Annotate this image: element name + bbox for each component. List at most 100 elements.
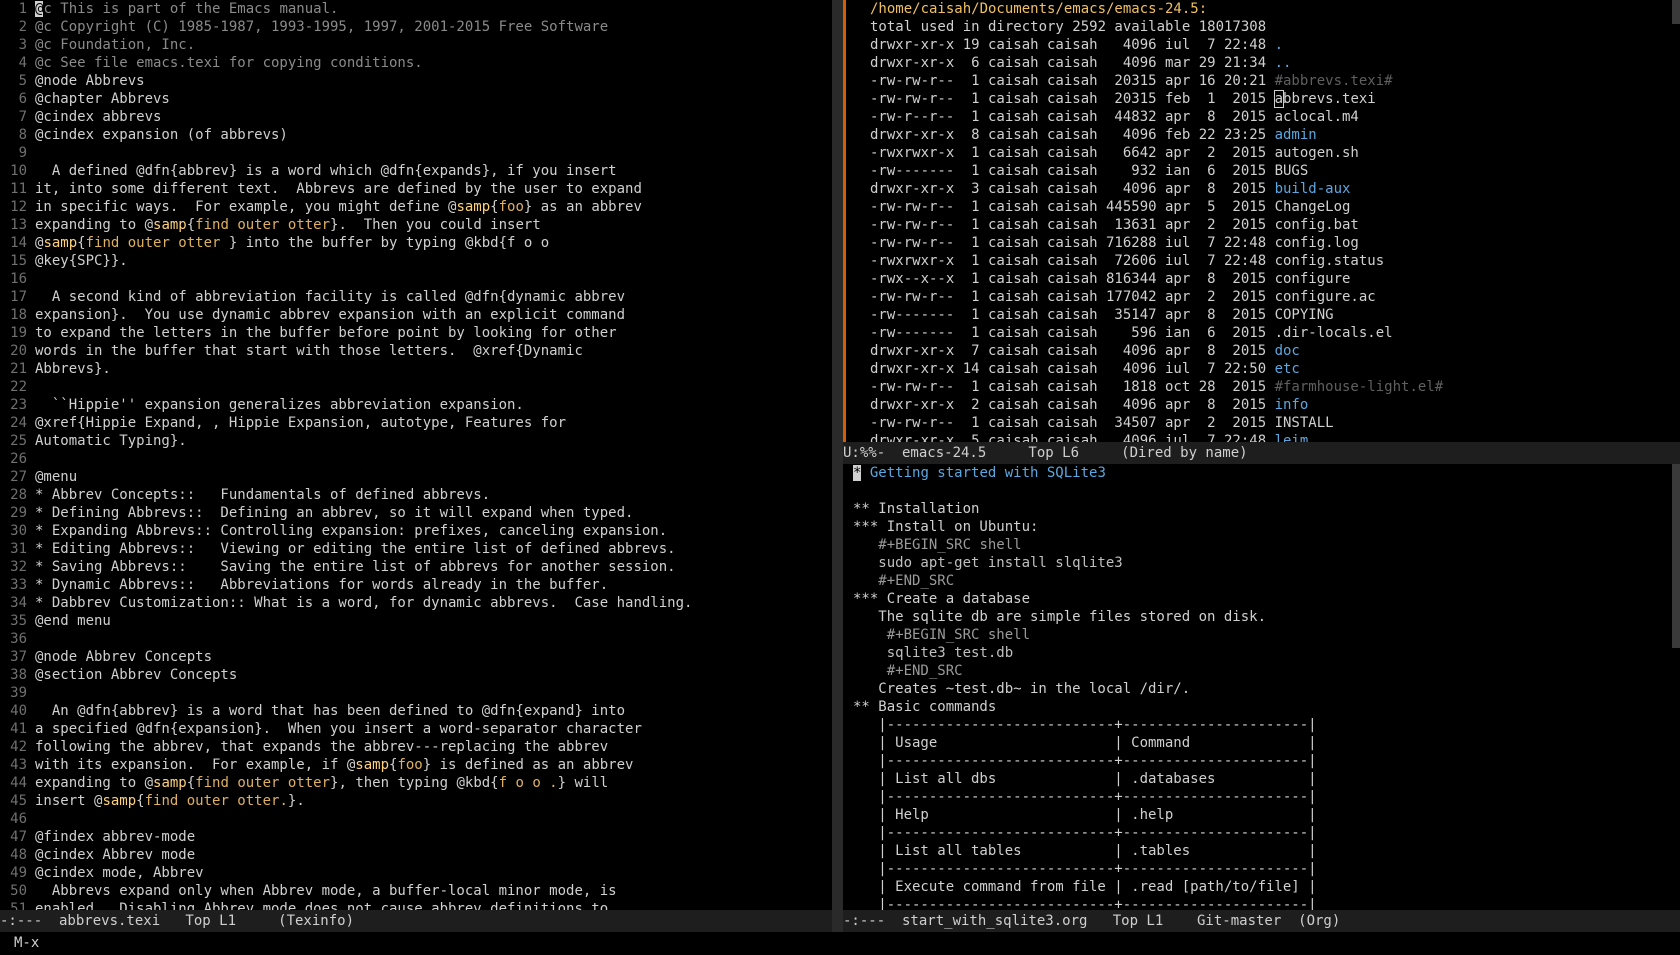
text-segment: Automatic Typing}. bbox=[35, 433, 187, 449]
dired-scrollbar[interactable] bbox=[1672, 0, 1680, 24]
file-name[interactable]: configure.ac bbox=[1275, 289, 1376, 305]
text-line: 3 @c Foundation, Inc. bbox=[0, 36, 832, 54]
text-line: 22 bbox=[0, 378, 832, 396]
text-segment: insert @ bbox=[35, 793, 103, 809]
text-segment: f o o . bbox=[498, 775, 558, 791]
window-divider[interactable] bbox=[832, 0, 843, 932]
file-name[interactable]: abbrevs.texi bbox=[1273, 90, 1376, 108]
dired-entry[interactable]: drwxr-xr-x 14 caisah caisah 4096 iul 7 2… bbox=[843, 360, 1680, 378]
dired-entry[interactable]: -rw------- 1 caisah caisah 932 ian 6 201… bbox=[843, 162, 1680, 180]
text-segment: * Defining Abbrevs:: Defining an abbrev,… bbox=[35, 505, 634, 521]
file-name[interactable]: admin bbox=[1275, 127, 1317, 143]
dired-entry[interactable]: -rw------- 1 caisah caisah 596 ian 6 201… bbox=[843, 324, 1680, 342]
file-name[interactable]: info bbox=[1275, 397, 1309, 413]
dired-entry[interactable]: -rwx--x--x 1 caisah caisah 816344 apr 8 … bbox=[843, 270, 1680, 288]
dired-entry[interactable]: -rw-rw-r-- 1 caisah caisah 716288 iul 7 … bbox=[843, 234, 1680, 252]
file-name[interactable]: INSTALL bbox=[1275, 415, 1334, 431]
text-line: 17 A second kind of abbreviation facilit… bbox=[0, 288, 832, 306]
dired-entry[interactable]: -rw-rw-r-- 1 caisah caisah 445590 apr 5 … bbox=[843, 198, 1680, 216]
org-lines: * Getting started with SQLite3 ** Install… bbox=[843, 464, 1680, 910]
file-name[interactable]: config.log bbox=[1275, 235, 1359, 251]
file-name[interactable]: config.bat bbox=[1275, 217, 1359, 233]
line-number: 15 bbox=[10, 253, 27, 269]
file-attributes: drwxr-xr-x 19 caisah caisah 4096 iul 7 2… bbox=[870, 37, 1275, 53]
dired-entry[interactable]: drwxr-xr-x 5 caisah caisah 4096 iul 7 22… bbox=[843, 432, 1680, 442]
text-segment: samp bbox=[43, 235, 78, 251]
file-name[interactable]: COPYING bbox=[1275, 307, 1334, 323]
dired-cursor: a bbox=[1273, 90, 1285, 108]
dired-entry[interactable]: -rw-rw-r-- 1 caisah caisah 20315 apr 16 … bbox=[843, 72, 1680, 90]
org-cursor: * bbox=[853, 465, 862, 481]
text-segment: @cindex expansion (of abbrevs) bbox=[35, 127, 288, 143]
org-line: sqlite3 test.db bbox=[843, 644, 1680, 662]
text-segment: @key{SPC}}. bbox=[35, 253, 128, 269]
file-name[interactable]: #abbrevs.texi# bbox=[1275, 73, 1393, 89]
text-line: 8 @cindex expansion (of abbrevs) bbox=[0, 126, 832, 144]
dired-entry[interactable]: -rwxrwxr-x 1 caisah caisah 72606 iul 7 2… bbox=[843, 252, 1680, 270]
file-attributes: drwxr-xr-x 2 caisah caisah 4096 apr 8 20… bbox=[870, 397, 1275, 413]
text-segment: @section Abbrev Concepts bbox=[35, 667, 238, 683]
dired-entry[interactable]: -rw-rw-r-- 1 caisah caisah 13631 apr 2 2… bbox=[843, 216, 1680, 234]
texinfo-buffer[interactable]: 1 @c This is part of the Emacs manual. 2 @c… bbox=[0, 0, 832, 910]
text-line: 45 insert @samp{find outer otter.}. bbox=[0, 792, 832, 810]
line-number: 45 bbox=[10, 793, 27, 809]
text-segment: This is part of the Emacs manual. bbox=[51, 1, 339, 17]
org-scrollbar[interactable] bbox=[1672, 464, 1680, 648]
text-segment: { bbox=[186, 217, 196, 233]
dired-entry[interactable]: drwxr-xr-x 2 caisah caisah 4096 apr 8 20… bbox=[843, 396, 1680, 414]
dired-entry[interactable]: drwxr-xr-x 7 caisah caisah 4096 apr 8 20… bbox=[843, 342, 1680, 360]
file-name[interactable]: aclocal.m4 bbox=[1275, 109, 1359, 125]
org-line: | Execute command from file | .read [pat… bbox=[843, 878, 1680, 896]
file-name[interactable]: autogen.sh bbox=[1275, 145, 1359, 161]
dired-entry[interactable]: drwxr-xr-x 6 caisah caisah 4096 mar 29 2… bbox=[843, 54, 1680, 72]
dired-entry[interactable]: drwxr-xr-x 3 caisah caisah 4096 apr 8 20… bbox=[843, 180, 1680, 198]
minibuffer[interactable]: M-x bbox=[0, 932, 1680, 955]
text-line: 2 @c Copyright (C) 1985-1987, 1993-1995, … bbox=[0, 18, 832, 36]
file-attributes: -rwxrwxr-x 1 caisah caisah 72606 iul 7 2… bbox=[870, 253, 1275, 269]
dired-entry[interactable]: -rw-rw-r-- 1 caisah caisah 20315 feb 1 2… bbox=[843, 90, 1680, 108]
org-line: | Usage | Command | bbox=[843, 734, 1680, 752]
dired-mode-line: U:%%- emacs-24.5 Top L6 (Dired by name) bbox=[843, 442, 1680, 464]
text-segment: find outer otter. bbox=[144, 793, 288, 809]
dired-entry[interactable]: drwxr-xr-x 8 caisah caisah 4096 feb 22 2… bbox=[843, 126, 1680, 144]
left-mode-line: -:--- abbrevs.texi Top L1 (Texinfo) bbox=[0, 910, 832, 932]
org-line: |---------------------------+-----------… bbox=[843, 824, 1680, 842]
dired-entry[interactable]: -rw-rw-r-- 1 caisah caisah 1818 oct 28 2… bbox=[843, 378, 1680, 396]
file-name[interactable]: doc bbox=[1275, 343, 1300, 359]
text-line: 30 * Expanding Abbrevs:: Controlling expa… bbox=[0, 522, 832, 540]
dired-entry[interactable]: -rw-r--r-- 1 caisah caisah 44832 apr 8 2… bbox=[843, 108, 1680, 126]
file-name[interactable]: BUGS bbox=[1275, 163, 1309, 179]
text-segment: @menu bbox=[35, 469, 78, 485]
file-name[interactable]: build-aux bbox=[1275, 181, 1351, 197]
file-name[interactable]: #farmhouse-light.el# bbox=[1275, 379, 1444, 395]
dired-entry[interactable]: -rwxrwxr-x 1 caisah caisah 6642 apr 2 20… bbox=[843, 144, 1680, 162]
org-buffer[interactable]: * Getting started with SQLite3 ** Install… bbox=[843, 464, 1680, 910]
text-line: 31 * Editing Abbrevs:: Viewing or editing… bbox=[0, 540, 832, 558]
file-name[interactable]: config.status bbox=[1275, 253, 1385, 269]
file-name[interactable]: .. bbox=[1275, 55, 1292, 71]
text-line: 32 * Saving Abbrevs:: Saving the entire l… bbox=[0, 558, 832, 576]
dired-entry[interactable]: -rw------- 1 caisah caisah 35147 apr 8 2… bbox=[843, 306, 1680, 324]
line-number: 39 bbox=[10, 685, 27, 701]
text-segment: * Saving Abbrevs:: Saving the entire lis… bbox=[35, 559, 676, 575]
file-attributes: -rwxrwxr-x 1 caisah caisah 6642 apr 2 20… bbox=[870, 145, 1275, 161]
dired-buffer[interactable]: /home/caisah/Documents/emacs/emacs-24.5:… bbox=[843, 0, 1680, 442]
text-line: 21 Abbrevs}. bbox=[0, 360, 832, 378]
file-name[interactable]: .dir-locals.el bbox=[1275, 325, 1393, 341]
text-segment: An @dfn{abbrev} is a word that has been … bbox=[35, 703, 626, 719]
file-attributes: -rw-rw-r-- 1 caisah caisah 1818 oct 28 2… bbox=[870, 379, 1275, 395]
file-name[interactable]: leim bbox=[1275, 433, 1309, 442]
org-segment bbox=[853, 573, 878, 589]
dired-entry[interactable]: -rw-rw-r-- 1 caisah caisah 34507 apr 2 2… bbox=[843, 414, 1680, 432]
file-attributes: drwxr-xr-x 14 caisah caisah 4096 iul 7 2… bbox=[870, 361, 1275, 377]
dired-entry[interactable]: drwxr-xr-x 19 caisah caisah 4096 iul 7 2… bbox=[843, 36, 1680, 54]
text-line: 4 @c See file emacs.texi for copying cond… bbox=[0, 54, 832, 72]
file-name[interactable]: configure bbox=[1275, 271, 1351, 287]
text-line: 18 expansion}. You use dynamic abbrev exp… bbox=[0, 306, 832, 324]
file-name[interactable]: . bbox=[1275, 37, 1283, 53]
text-line: 1 @c This is part of the Emacs manual. bbox=[0, 0, 832, 18]
text-line: 10 A defined @dfn{abbrev} is a word whic… bbox=[0, 162, 832, 180]
file-name[interactable]: etc bbox=[1275, 361, 1300, 377]
file-name[interactable]: ChangeLog bbox=[1275, 199, 1351, 215]
dired-entry[interactable]: -rw-rw-r-- 1 caisah caisah 177042 apr 2 … bbox=[843, 288, 1680, 306]
